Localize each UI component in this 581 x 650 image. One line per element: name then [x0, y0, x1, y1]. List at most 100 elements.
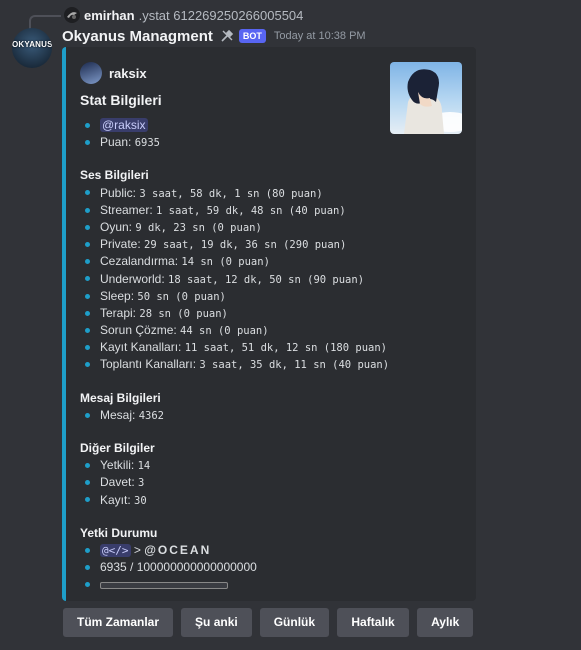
ses-value: 29 saat, 19 dk, 36 sn (290 puan): [144, 239, 347, 252]
ses-item: Underworld: 18 saat, 12 dk, 50 sn (90 pu…: [80, 271, 380, 288]
diger-list: Yetkili: 14 Davet: 3 Kayıt: 30: [80, 457, 380, 509]
reply-content[interactable]: .ystat 612269250266005504: [139, 8, 304, 23]
diger-label: Kayıt:: [100, 492, 131, 507]
ses-item: Sleep: 50 sn (0 puan): [80, 288, 380, 305]
weekly-button[interactable]: Haftalık: [337, 608, 410, 637]
embed-description: @raksix Puan: 6935 Ses Bilgileri Public:…: [80, 117, 389, 594]
monthly-button[interactable]: Aylık: [417, 608, 474, 637]
list-item-mention: @raksix: [80, 117, 380, 134]
ses-item: Sorun Çözme: 44 sn (0 puan): [80, 322, 380, 339]
bullet-icon: [85, 207, 90, 213]
ses-list: Public: 3 saat, 58 dk, 1 sn (80 puan) Str…: [80, 185, 389, 374]
ses-item: Toplantı Kanalları: 3 saat, 35 dk, 11 sn…: [80, 356, 389, 373]
all-time-button[interactable]: Tüm Zamanlar: [63, 608, 174, 637]
ses-item: Cezalandırma: 14 sn (0 puan): [80, 253, 380, 270]
author-avatar: [80, 62, 102, 84]
avatar-logo-text: OKYANUS: [12, 40, 52, 49]
reply-author[interactable]: emirhan: [84, 8, 135, 23]
ses-item: Streamer: 1 saat, 59 dk, 48 sn (40 puan): [80, 202, 380, 219]
bullet-icon: [85, 276, 90, 282]
ses-item: Public: 3 saat, 58 dk, 1 sn (80 puan): [80, 185, 380, 202]
mesaj-item: Mesaj: 4362: [80, 407, 380, 424]
diger-item: Kayıt: 30: [80, 492, 380, 509]
ses-value: 28 sn (0 puan): [139, 307, 228, 320]
diger-label: Davet:: [100, 475, 135, 490]
bot-avatar[interactable]: OKYANUS: [12, 28, 52, 68]
message-header: Okyanus Managment BOT Today at 10:38 PM: [62, 27, 366, 45]
bot-badge: BOT: [238, 29, 266, 43]
action-buttons: Tüm Zamanlar Şu anki Günlük Haftalık Aylık: [63, 608, 481, 637]
bullet-icon: [85, 412, 90, 418]
list-item-role-progress: @</> > @OCEAN: [80, 542, 380, 559]
bullet-icon: [85, 310, 90, 316]
ses-label: Toplantı Kanalları:: [100, 357, 197, 372]
target-role: @OCEAN: [144, 542, 212, 557]
bullet-icon: [85, 224, 90, 230]
embed-thumbnail[interactable]: [390, 62, 462, 134]
mesaj-list: Mesaj: 4362: [80, 407, 380, 424]
puan-value: 6935: [134, 137, 160, 150]
section-heading-yetki: Yetki Durumu: [80, 525, 158, 540]
reply-reference[interactable]: emirhan .ystat 612269250266005504: [29, 6, 304, 29]
ses-item: Private: 29 saat, 19 dk, 36 sn (290 puan…: [80, 236, 380, 253]
ses-item: Oyun: 9 dk, 23 sn (0 puan): [80, 219, 380, 236]
tools-icon: [219, 28, 235, 44]
progress-bar: [100, 581, 228, 589]
daily-button[interactable]: Günlük: [259, 608, 330, 637]
role-mention[interactable]: @</>: [100, 543, 131, 557]
bullet-icon: [85, 497, 90, 503]
ses-value: 18 saat, 12 dk, 50 sn (90 puan): [168, 273, 365, 286]
bullet-icon: [85, 362, 90, 368]
ses-label: Sorun Çözme:: [100, 323, 177, 338]
current-button[interactable]: Şu anki: [181, 608, 252, 637]
ses-value: 44 sn (0 puan): [180, 325, 269, 338]
ses-value: 3 saat, 58 dk, 1 sn (80 puan): [139, 187, 323, 200]
bullet-icon: [85, 259, 90, 265]
diger-value: 14: [137, 460, 151, 473]
diger-label: Yetkili:: [100, 458, 135, 473]
ses-value: 50 sn (0 puan): [137, 290, 226, 303]
diger-value: 3: [138, 477, 145, 490]
bullet-icon: [85, 582, 90, 588]
ses-value: 3 saat, 35 dk, 11 sn (40 puan): [199, 359, 390, 372]
user-mention[interactable]: @raksix: [100, 118, 148, 132]
bullet-icon: [85, 241, 90, 247]
progress-text: 6935 / 100000000000000000: [100, 560, 257, 575]
list-item-puan: Puan: 6935: [80, 134, 380, 151]
list-item-progress-text: 6935 / 100000000000000000: [80, 559, 380, 576]
list-item-progress-bar: [80, 576, 380, 593]
bullet-icon: [85, 463, 90, 469]
embed-title: Stat Bilgileri: [80, 92, 162, 108]
bullet-icon: [85, 122, 90, 128]
ses-value: 1 saat, 59 dk, 48 sn (40 puan): [156, 204, 346, 217]
bullet-icon: [85, 190, 90, 196]
ses-label: Oyun:: [100, 219, 133, 234]
ses-label: Streamer:: [100, 202, 153, 217]
ses-label: Sleep:: [100, 288, 135, 303]
bullet-icon: [85, 564, 90, 570]
embed-author: raksix: [80, 62, 147, 84]
mesaj-value: 4362: [138, 409, 164, 422]
bullet-icon: [85, 293, 90, 299]
bullet-icon: [85, 327, 90, 333]
section-heading-mesaj: Mesaj Bilgileri: [80, 390, 161, 405]
diger-value: 30: [134, 494, 147, 507]
reply-avatar[interactable]: [64, 7, 80, 23]
ses-label: Cezalandırma:: [100, 254, 179, 269]
bullet-icon: [85, 480, 90, 486]
arrow-text: >: [133, 542, 141, 557]
stats-embed: raksix Stat Bilgileri @raksix Puan: 6935…: [62, 47, 476, 601]
ses-value: 14 sn (0 puan): [181, 256, 270, 269]
bot-username[interactable]: Okyanus Managment: [62, 28, 213, 45]
ses-value: 11 saat, 51 dk, 12 sn (180 puan): [184, 342, 388, 355]
ses-label: Terapi:: [100, 305, 137, 320]
ses-label: Underworld:: [100, 271, 165, 286]
bullet-icon: [85, 345, 90, 351]
section-heading-ses: Ses Bilgileri: [80, 168, 149, 183]
section-heading-diger: Diğer Bilgiler: [80, 441, 155, 455]
message-timestamp[interactable]: Today at 10:38 PM: [274, 30, 366, 42]
author-name: raksix: [109, 65, 147, 81]
ses-item: Terapi: 28 sn (0 puan): [80, 305, 380, 322]
ses-value: 9 dk, 23 sn (0 puan): [135, 221, 262, 234]
diger-item: Davet: 3: [80, 474, 380, 491]
